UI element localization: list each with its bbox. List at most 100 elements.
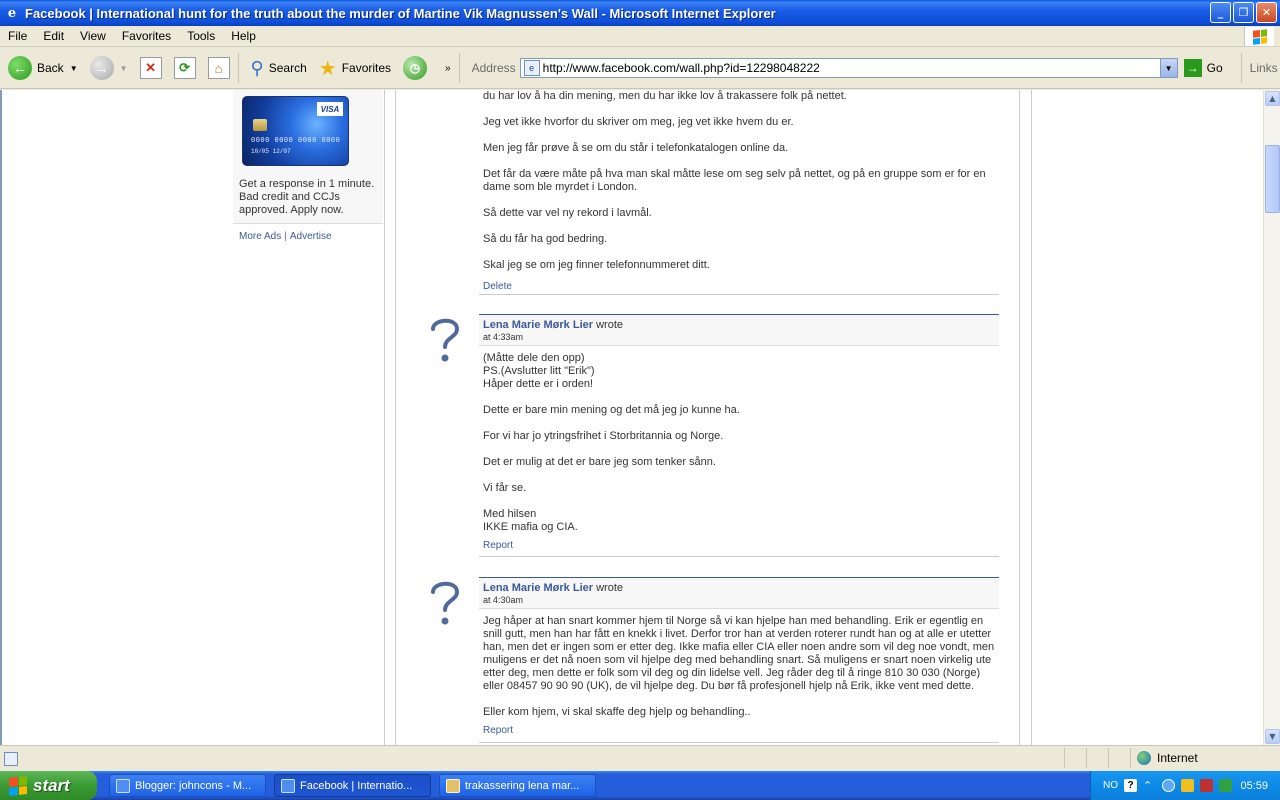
task-label: Facebook | Internatio...: [300, 779, 413, 792]
go-arrow-icon: →: [1183, 59, 1202, 77]
stop-button[interactable]: ✕: [136, 51, 166, 85]
clock[interactable]: 05:59: [1240, 780, 1268, 792]
scrollbar-thumb[interactable]: [1265, 145, 1280, 213]
post-paragraph: Men jeg får prøve å se om du står i tele…: [483, 142, 789, 154]
ie-logo-icon: [116, 778, 130, 793]
favorites-label: Favorites: [341, 61, 392, 75]
menu-favorites[interactable]: Favorites: [114, 29, 179, 43]
post-author[interactable]: Lena Marie Mørk Lier: [483, 319, 593, 331]
history-button[interactable]: ◷: [399, 51, 431, 85]
status-pane: [1108, 748, 1130, 768]
report-link[interactable]: Report: [479, 719, 999, 736]
tray-arrow-icon[interactable]: ⌃: [1143, 779, 1156, 792]
menu-edit[interactable]: Edit: [35, 29, 72, 43]
toolbar-divider: [458, 53, 460, 83]
card-chip: [253, 119, 267, 131]
post-body: (Måtte dele den opp) PS.(Avslutter litt …: [483, 352, 740, 533]
question-mark-avatar-icon[interactable]: [427, 578, 463, 628]
post-header: Lena Marie Mørk Lier wrote at 4:30am: [479, 577, 999, 609]
page-icon: e: [523, 60, 540, 76]
question-mark-avatar-icon[interactable]: [427, 315, 463, 365]
chevron-down-icon[interactable]: ▼: [70, 64, 78, 73]
ad-links: More Ads | Advertise: [239, 231, 332, 242]
go-label: Go: [1206, 61, 1223, 75]
delete-link[interactable]: Delete: [483, 280, 995, 293]
window-title: Facebook | International hunt for the tr…: [25, 5, 776, 21]
favorites-star-icon: ★: [318, 57, 337, 80]
links-toolbar[interactable]: Links: [1240, 53, 1278, 83]
minimize-icon[interactable]: _: [1210, 2, 1231, 23]
home-icon: ⌂: [207, 57, 230, 79]
taskbar-item[interactable]: trakassering lena mar...: [439, 774, 596, 797]
post-header: Lena Marie Mørk Lier wrote at 4:33am: [479, 314, 999, 346]
restore-icon[interactable]: ❐: [1233, 2, 1254, 23]
toolbar-overflow-icon[interactable]: »: [445, 63, 451, 74]
refresh-button[interactable]: ⟳: [170, 51, 200, 85]
ad-links-separator: |: [284, 231, 287, 242]
more-ads-link[interactable]: More Ads: [239, 231, 281, 242]
window-titlebar: e Facebook | International hunt for the …: [0, 0, 1280, 26]
post-paragraph: Det får da være måte på hva man skal måt…: [483, 168, 986, 193]
status-panes: Internet: [1064, 748, 1280, 768]
language-indicator[interactable]: NO: [1103, 780, 1118, 791]
security-zone[interactable]: Internet: [1130, 748, 1280, 768]
tray-app-icon[interactable]: [1200, 779, 1213, 792]
network-icon[interactable]: [1181, 779, 1194, 792]
ad-text[interactable]: Get a response in 1 minute. Bad credit a…: [239, 178, 379, 217]
chevron-down-icon[interactable]: ▼: [120, 64, 128, 73]
menu-help[interactable]: Help: [223, 29, 264, 43]
tray-app-icon[interactable]: [1219, 779, 1232, 792]
windows-flag-icon: [1244, 27, 1274, 46]
help-icon[interactable]: ?: [1124, 779, 1137, 792]
wall-column: du har lov å ha din mening, men du har i…: [395, 90, 1020, 745]
start-button[interactable]: start: [0, 771, 97, 800]
scroll-up-icon[interactable]: ▲: [1265, 91, 1280, 106]
wall-post: Lena Marie Mørk Lier wrote at 4:30am Jeg…: [479, 577, 999, 736]
vertical-scrollbar[interactable]: ▲ ▼: [1263, 90, 1280, 745]
address-url[interactable]: http://www.facebook.com/wall.php?id=1229…: [543, 61, 820, 75]
ie-logo-icon: e: [7, 5, 17, 21]
menu-bar: File Edit View Favorites Tools Help: [0, 26, 1280, 47]
scroll-down-icon[interactable]: ▼: [1265, 729, 1280, 744]
chevron-left-icon[interactable]: [1162, 779, 1175, 792]
back-arrow-icon: ←: [8, 56, 32, 80]
home-button[interactable]: ⌂: [204, 51, 234, 85]
menu-file[interactable]: File: [0, 29, 35, 43]
post-time: at 4:30am: [483, 595, 524, 605]
menu-tools[interactable]: Tools: [179, 29, 223, 43]
back-button[interactable]: ← Back ▼: [4, 51, 82, 85]
history-icon: ◷: [403, 56, 428, 80]
start-label: start: [33, 775, 70, 795]
visa-logo: VISA: [317, 102, 343, 116]
forward-button[interactable]: → ▼: [86, 51, 132, 85]
post-paragraph: Så dette var vel ny rekord i lavmål.: [483, 207, 652, 219]
search-button[interactable]: ⚲ Search: [247, 51, 311, 85]
stop-icon: ✕: [139, 57, 162, 79]
post-author[interactable]: Lena Marie Mørk Lier: [483, 582, 593, 594]
advertise-link[interactable]: Advertise: [290, 231, 332, 242]
search-label: Search: [268, 61, 307, 75]
address-bar[interactable]: e http://www.facebook.com/wall.php?id=12…: [519, 58, 1178, 78]
address-label: Address: [471, 61, 516, 75]
post-wrote: wrote: [596, 582, 624, 594]
status-pane: [1086, 748, 1108, 768]
toolbar-divider: [237, 53, 239, 83]
chevron-down-icon[interactable]: ▼: [1159, 59, 1177, 77]
favorites-button[interactable]: ★ Favorites: [315, 51, 395, 85]
post-paragraph: Jeg vet ikke hvorfor du skriver om meg, …: [483, 116, 794, 128]
advertisement[interactable]: VISA 0000 0000 0000 0000 10/05 12/07 Get…: [233, 90, 383, 224]
card-number: 0000 0000 0000 0000: [251, 137, 341, 145]
post-paragraph: Skal jeg se om jeg finner telefonnummere…: [483, 259, 710, 271]
go-button[interactable]: → Go: [1183, 59, 1223, 77]
taskbar-item[interactable]: Blogger: johncons - M...: [109, 774, 266, 797]
close-icon[interactable]: ✕: [1256, 2, 1277, 23]
left-sidebar: VISA 0000 0000 0000 0000 10/05 12/07 Get…: [233, 90, 385, 745]
credit-card-image[interactable]: VISA 0000 0000 0000 0000 10/05 12/07: [242, 96, 349, 166]
windows-flag-icon: [9, 775, 27, 796]
zone-label: Internet: [1157, 751, 1198, 765]
taskbar-item-active[interactable]: Facebook | Internatio...: [274, 774, 431, 797]
report-link[interactable]: Report: [479, 534, 999, 551]
menu-view[interactable]: View: [72, 29, 114, 43]
right-column-border: [1031, 90, 1032, 745]
globe-icon: [1137, 751, 1151, 765]
